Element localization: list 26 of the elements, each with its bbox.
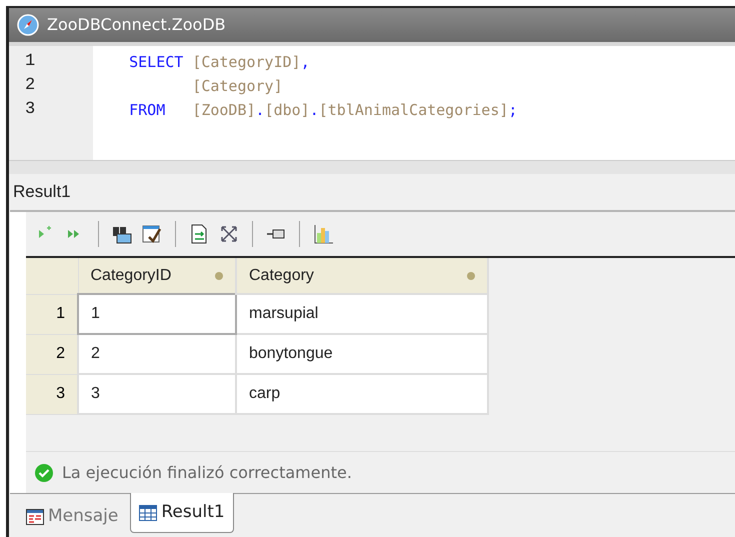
table-cell: 1 (78, 294, 236, 334)
message-window-icon (26, 509, 44, 525)
table-cell: 3 (78, 374, 236, 414)
row-number: 2 (26, 334, 78, 374)
status-message: La ejecución finalizó correctamente. (62, 462, 352, 484)
table-cell: 2 (78, 334, 236, 374)
line-number: 3 (24, 99, 36, 121)
row-number: 3 (26, 374, 78, 414)
window-check-icon[interactable] (141, 223, 163, 245)
compass-icon (17, 14, 39, 36)
table-cell: bonytongue (236, 334, 488, 374)
table-cell: carp (236, 374, 488, 414)
bar-chart-icon[interactable] (312, 223, 334, 245)
table-grid-icon (139, 504, 158, 520)
result-panel-title: Result1 (13, 181, 71, 204)
code-line: [Category] (191, 76, 284, 97)
success-check-icon (34, 462, 54, 482)
table-cell: marsupial (236, 294, 488, 334)
row-number: 1 (26, 294, 78, 334)
code-line: FROM [ZooDB].[dbo].[tblAnimalCategories]; (128, 100, 518, 121)
tab[interactable]: Result1 (130, 493, 234, 533)
window-title: ZooDBConnect.ZooDB (47, 14, 226, 36)
code-line: SELECT [CategoryID], (128, 52, 311, 73)
line-number: 2 (24, 75, 36, 97)
line-number: 1 (24, 51, 36, 73)
tab[interactable]: Mensaje (18, 497, 126, 537)
